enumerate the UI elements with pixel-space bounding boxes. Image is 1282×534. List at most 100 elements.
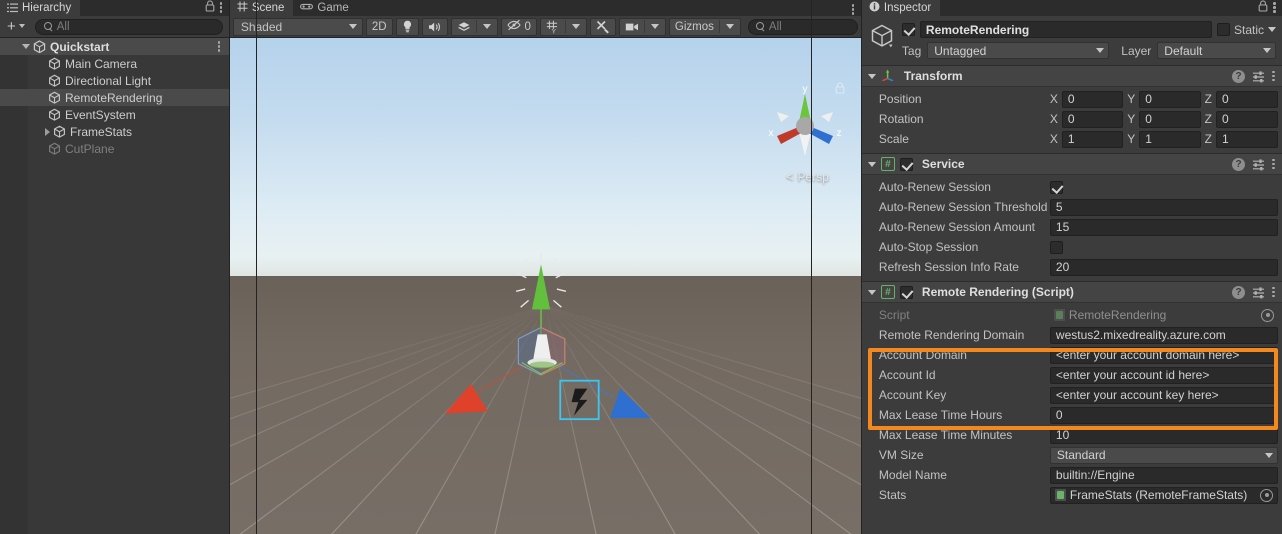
hierarchy-item-main-camera[interactable]: Main Camera xyxy=(0,55,229,72)
property-checkbox[interactable] xyxy=(1049,240,1063,254)
tab-game[interactable]: Game xyxy=(293,0,358,16)
chevron-down-icon[interactable] xyxy=(566,18,586,36)
axis-value-input[interactable]: 0 xyxy=(1061,90,1124,108)
panel-divider-left[interactable] xyxy=(256,0,257,534)
scene-camera-dropdown[interactable] xyxy=(618,17,666,36)
info-circle-icon xyxy=(869,1,880,15)
component-enabled-checkbox[interactable] xyxy=(899,157,913,171)
vector3-field: X1Y1Z1 xyxy=(1050,130,1278,148)
kebab-menu-icon[interactable] xyxy=(1273,2,1276,13)
help-icon[interactable]: ? xyxy=(1232,285,1245,299)
property-text-input[interactable]: <enter your account id here> xyxy=(1049,366,1278,384)
toggle-2d-button[interactable]: 2D xyxy=(365,17,393,36)
preset-icon[interactable] xyxy=(1252,70,1265,83)
chevron-down-icon xyxy=(1263,48,1271,53)
twisty-right-icon[interactable] xyxy=(45,127,50,136)
component-title: Remote Rendering (Script) xyxy=(921,285,1074,299)
property-label: Max Lease Time Hours xyxy=(878,408,1003,422)
gizmos-dropdown[interactable]: Gizmos xyxy=(668,17,741,36)
hierarchy-item-cutplane[interactable]: CutPlane xyxy=(0,140,229,157)
kebab-menu-icon[interactable] xyxy=(217,41,221,52)
help-icon[interactable]: ? xyxy=(1232,157,1245,171)
property-text-input[interactable]: builtin://Engine xyxy=(1049,466,1278,484)
twisty-down-icon[interactable] xyxy=(867,289,876,295)
preset-icon[interactable] xyxy=(1252,286,1265,299)
gameobject-enabled-checkbox[interactable] xyxy=(901,23,915,36)
scene-tools-button[interactable] xyxy=(589,17,616,36)
property-text-input[interactable]: 20 xyxy=(1049,258,1278,276)
scene-lighting-toggle[interactable] xyxy=(395,17,419,36)
hidden-objects-button[interactable]: 0 xyxy=(500,17,537,36)
gameobject-cube-icon xyxy=(53,125,66,138)
axis-value-input[interactable]: 0 xyxy=(1215,90,1278,108)
chevron-down-icon xyxy=(1265,452,1273,458)
create-gameobject-button[interactable]: + xyxy=(4,19,29,34)
scene-audio-toggle[interactable] xyxy=(421,17,448,36)
axis-value-input[interactable]: 1 xyxy=(1061,130,1124,148)
hierarchy-item-directional-light[interactable]: Directional Light xyxy=(0,72,229,89)
object-picker-icon[interactable] xyxy=(1260,488,1273,502)
kebab-menu-icon[interactable] xyxy=(1272,158,1275,170)
hierarchy-item-remoterendering[interactable]: RemoteRendering xyxy=(0,89,229,106)
static-checkbox[interactable] xyxy=(1216,23,1230,36)
property-text-input[interactable]: <enter your account domain here> xyxy=(1049,346,1278,364)
property-text-input[interactable]: 10 xyxy=(1049,426,1278,444)
property-text-input[interactable]: 5 xyxy=(1049,198,1278,216)
scene-search-input[interactable]: All xyxy=(747,18,858,35)
component-header[interactable]: Remote Rendering (Script)? xyxy=(861,282,1282,303)
hierarchy-item-framestats[interactable]: FrameStats xyxy=(0,123,229,140)
component-enabled-checkbox[interactable] xyxy=(899,285,913,299)
tag-dropdown[interactable]: Untagged xyxy=(927,42,1110,59)
component-header[interactable]: Service? xyxy=(861,154,1282,175)
axis-value-input[interactable]: 0 xyxy=(1215,110,1278,128)
tab-inspector[interactable]: Inspector xyxy=(861,0,941,16)
kebab-menu-icon[interactable] xyxy=(851,4,855,15)
chevron-down-icon[interactable] xyxy=(1268,27,1276,32)
gameobject-name-input[interactable]: RemoteRendering xyxy=(919,21,1212,38)
preset-icon[interactable] xyxy=(1252,158,1265,171)
hierarchy-item-eventsystem[interactable]: EventSystem xyxy=(0,106,229,123)
gizmos-label: Gizmos xyxy=(674,20,714,33)
scene-fx-dropdown[interactable] xyxy=(450,17,498,36)
property-text-input[interactable]: 0 xyxy=(1049,406,1278,424)
chevron-down-icon[interactable] xyxy=(645,18,665,36)
property-dropdown[interactable]: Standard xyxy=(1049,446,1278,464)
help-icon[interactable]: ? xyxy=(1232,69,1245,83)
padlock-icon[interactable] xyxy=(205,0,215,15)
axis-value-input[interactable]: 0 xyxy=(1139,90,1201,108)
layer-dropdown[interactable]: Default xyxy=(1157,42,1276,59)
projection-label[interactable]: < Persp xyxy=(786,169,829,184)
scene-view-axis-gizmo[interactable]: y x z xyxy=(765,80,845,160)
component-header[interactable]: Transform? xyxy=(861,66,1282,87)
kebab-menu-icon[interactable] xyxy=(1272,286,1275,298)
axis-value-input[interactable]: 0 xyxy=(1061,110,1124,128)
property-checkbox[interactable] xyxy=(1049,180,1063,194)
object-reference-field[interactable]: FrameStats (RemoteFrameStats) xyxy=(1049,486,1278,504)
tab-scene[interactable]: Scene xyxy=(229,0,294,16)
grid-visibility-dropdown[interactable]: Y xyxy=(539,17,587,36)
static-toggle[interactable]: Static xyxy=(1216,23,1276,37)
axis-value-input[interactable]: 1 xyxy=(1139,130,1201,148)
hierarchy-search-input[interactable]: All xyxy=(34,18,223,35)
chevron-down-icon[interactable] xyxy=(720,18,740,36)
twisty-down-icon[interactable] xyxy=(22,44,30,49)
kebab-menu-icon[interactable] xyxy=(1272,70,1275,82)
object-picker-icon[interactable] xyxy=(1261,308,1274,322)
axis-value-input[interactable]: 0 xyxy=(1139,110,1201,128)
scene-viewport[interactable]: < Persp y x z xyxy=(229,38,861,534)
padlock-icon[interactable] xyxy=(1258,0,1268,15)
tab-hierarchy[interactable]: Hierarchy xyxy=(0,0,81,16)
panel-divider-right[interactable] xyxy=(811,0,812,534)
draw-mode-dropdown[interactable]: Shaded xyxy=(232,17,363,36)
object-reference-field[interactable]: RemoteRendering xyxy=(1049,306,1278,324)
twisty-down-icon[interactable] xyxy=(867,73,876,79)
hierarchy-scene-row[interactable]: Quickstart xyxy=(0,38,229,55)
kebab-menu-icon[interactable] xyxy=(219,2,223,13)
property-text-input[interactable]: <enter your account key here> xyxy=(1049,386,1278,404)
property-label: Scale xyxy=(878,132,909,146)
chevron-down-icon[interactable] xyxy=(477,18,497,36)
property-text-input[interactable]: 15 xyxy=(1049,218,1278,236)
twisty-down-icon[interactable] xyxy=(867,161,876,167)
axis-value-input[interactable]: 1 xyxy=(1215,130,1278,148)
property-text-input[interactable]: westus2.mixedreality.azure.com xyxy=(1049,326,1278,344)
